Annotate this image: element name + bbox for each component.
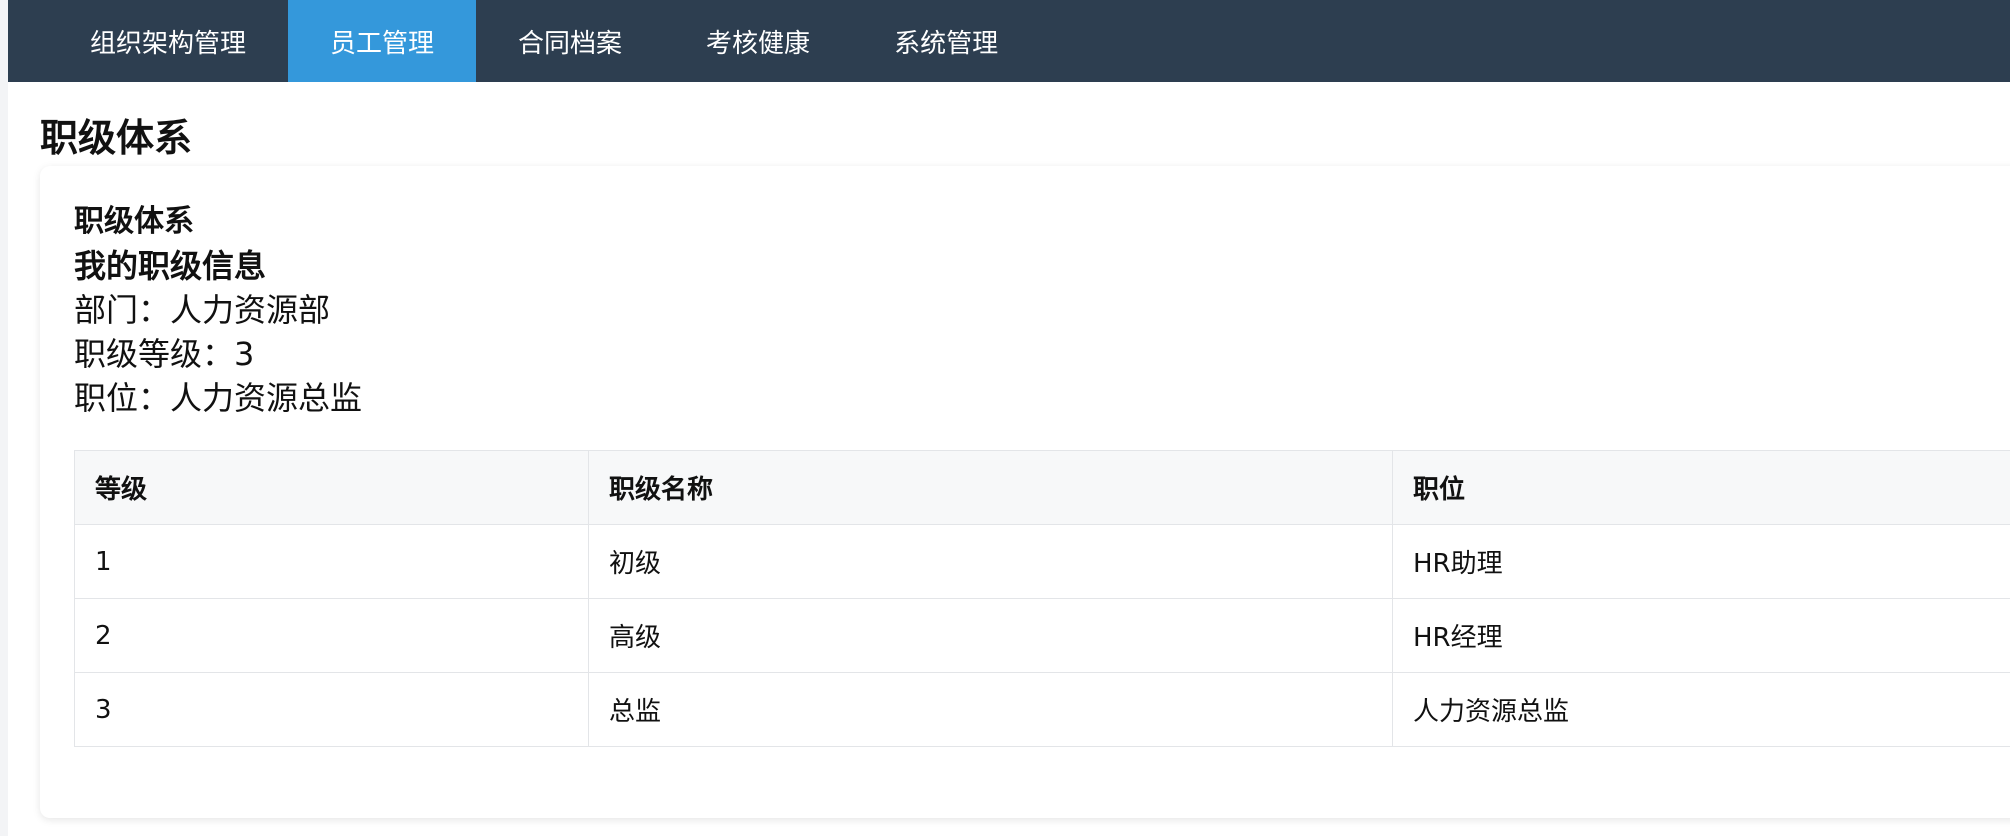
cell-grade-name: 高级 — [588, 598, 1393, 673]
grade-system-card: 职级体系 我的职级信息 部门：人力资源部 职级等级：3 职位：人力资源总监 等级… — [40, 166, 2010, 818]
cell-grade-name: 总监 — [588, 672, 1393, 747]
grade-level-info: 职级等级：3 — [74, 335, 255, 373]
cell-level: 1 — [74, 524, 589, 599]
header-grade-name: 职级名称 — [588, 450, 1393, 525]
nav-item-employee-management[interactable]: 员工管理 — [288, 0, 477, 82]
table-row: 1 初级 HR助理 — [74, 524, 2010, 599]
cell-position: 人力资源总监 — [1392, 672, 2010, 747]
card-content: 职级体系 我的职级信息 部门：人力资源部 职级等级：3 职位：人力资源总监 — [74, 200, 2010, 420]
table-row: 2 高级 HR经理 — [74, 598, 2010, 673]
app-page: 组织架构管理 员工管理 合同档案 考核健康 系统管理 职级体系 职级体系 我的职… — [8, 0, 2010, 836]
cell-grade-name: 初级 — [588, 524, 1393, 599]
my-grade-info-heading: 我的职级信息 — [74, 247, 267, 285]
header-position: 职位 — [1392, 450, 2010, 525]
table-header-row: 等级 职级名称 职位 — [74, 450, 2010, 525]
top-navigation: 组织架构管理 员工管理 合同档案 考核健康 系统管理 — [8, 0, 2010, 82]
nav-item-contract-archive[interactable]: 合同档案 — [476, 0, 664, 82]
cell-level: 2 — [74, 598, 589, 673]
page-title: 职级体系 — [40, 116, 193, 160]
card-title: 职级体系 — [74, 204, 194, 239]
nav-item-system-management[interactable]: 系统管理 — [852, 0, 1040, 82]
table-row: 3 总监 人力资源总监 — [74, 672, 2010, 747]
department-info: 部门：人力资源部 — [74, 291, 331, 329]
nav-item-assessment-health[interactable]: 考核健康 — [664, 0, 852, 82]
header-level: 等级 — [74, 450, 589, 525]
nav-item-org-structure[interactable]: 组织架构管理 — [48, 0, 288, 82]
cell-position: HR助理 — [1392, 524, 2010, 599]
grade-table: 等级 职级名称 职位 1 初级 HR助理 2 高级 HR经理 3 总监 人力资源… — [74, 450, 2010, 747]
position-info: 职位：人力资源总监 — [74, 379, 363, 417]
cell-level: 3 — [74, 672, 589, 747]
cell-position: HR经理 — [1392, 598, 2010, 673]
